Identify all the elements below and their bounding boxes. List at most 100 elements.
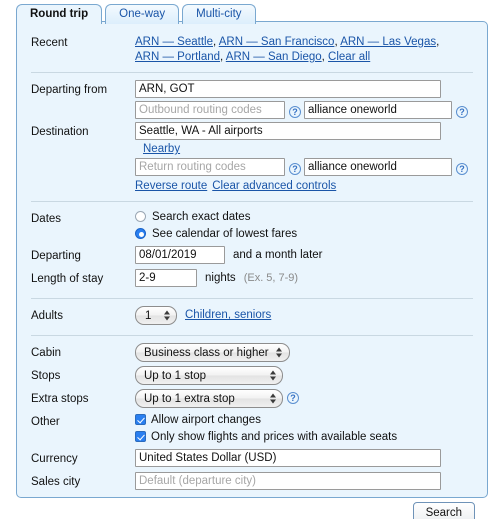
currency-row: Currency (17, 449, 487, 469)
only-available-seats-label: Only show flights and prices with availa… (151, 430, 398, 443)
allow-airport-changes-checkbox[interactable] (135, 414, 146, 425)
length-of-stay-unit: nights (205, 272, 236, 284)
divider-dates (31, 298, 473, 299)
radio-calendar-fares[interactable] (135, 228, 146, 239)
departing-from-row: Departing from ? ? (17, 80, 487, 119)
return-routing-codes-input[interactable] (135, 158, 285, 176)
recent-item-2[interactable]: ARN — Las Vegas (340, 36, 436, 48)
dates-row: Dates Search exact dates See calendar of… (17, 209, 487, 243)
departing-date-controls: and a month later (135, 246, 473, 264)
departing-from-label: Departing from (31, 84, 108, 96)
recent-item-0[interactable]: ARN — Seattle (135, 36, 213, 48)
extra-stops-row: Extra stops Up to 1 extra stop ? (17, 389, 487, 409)
stops-controls: Up to 1 stop (135, 366, 473, 385)
length-of-stay-row: Length of stay nights (Ex. 5, 7-9) (17, 269, 487, 289)
allow-airport-changes-label: Allow airport changes (151, 413, 261, 426)
adults-controls: 1 Children, seniors (135, 306, 473, 325)
divider-recent (31, 72, 473, 73)
length-of-stay-input[interactable] (135, 269, 197, 287)
destination-row: Destination Nearby ? ? Reverse route Cle… (17, 122, 487, 192)
options-section: Cabin Business class or higher Stops Up … (17, 343, 487, 492)
outbound-routing-help-icon[interactable]: ? (289, 105, 301, 118)
destination-label: Destination (31, 126, 89, 138)
cabin-controls: Business class or higher (135, 343, 473, 362)
extra-stops-select[interactable]: Up to 1 extra stop (135, 389, 283, 408)
extra-stops-help-icon[interactable]: ? (287, 392, 299, 404)
dates-label: Dates (31, 213, 62, 225)
search-button[interactable]: Search (412, 502, 475, 519)
dates-controls: Search exact dates See calendar of lowes… (135, 209, 473, 243)
currency-input[interactable] (135, 449, 441, 467)
radio-exact-dates[interactable] (135, 211, 146, 222)
chevron-updown-icon (269, 369, 276, 382)
tab-round-trip[interactable]: Round trip (16, 4, 103, 25)
return-alliance-input[interactable] (304, 158, 452, 176)
chevron-updown-icon (276, 346, 283, 359)
recent-item-1[interactable]: ARN — San Francisco (219, 36, 335, 48)
departing-from-input[interactable] (135, 80, 441, 98)
radio-calendar-fares-row[interactable]: See calendar of lowest fares (135, 226, 473, 241)
sales-city-row: Sales city (17, 472, 487, 492)
trip-type-tabs: Round trip One-way Multi-city (16, 2, 256, 25)
divider-route (31, 201, 473, 202)
recent-clear-all-link[interactable]: Clear all (328, 51, 370, 63)
departing-date-input[interactable] (135, 246, 225, 264)
cabin-select[interactable]: Business class or higher (135, 343, 290, 362)
other-controls: Allow airport changes Only show flights … (135, 412, 473, 446)
tab-multi-city-label: Multi-city (196, 8, 242, 20)
tab-one-way[interactable]: One-way (105, 4, 180, 24)
currency-controls (135, 449, 473, 467)
adults-label: Adults (31, 310, 63, 322)
nearby-link[interactable]: Nearby (143, 140, 180, 155)
tab-round-trip-label: Round trip (30, 8, 89, 20)
recent-sep-2: , (436, 36, 440, 48)
only-available-seats-checkbox[interactable] (135, 431, 146, 442)
recent-item-3[interactable]: ARN — Portland (135, 51, 220, 63)
adults-select-value: 1 (145, 309, 152, 322)
outbound-alliance-help-icon[interactable]: ? (456, 105, 468, 118)
divider-passengers (31, 335, 473, 336)
sales-city-label: Sales city (31, 476, 81, 488)
departing-from-controls: ? ? (135, 80, 473, 119)
recent-item-4[interactable]: ARN — San Diego (226, 51, 322, 63)
only-available-seats-row[interactable]: Only show flights and prices with availa… (135, 429, 473, 444)
recent-section: Recent ARN — Seattle, ARN — San Francisc… (17, 22, 487, 65)
extra-stops-label: Extra stops (31, 393, 89, 405)
sales-city-input[interactable] (135, 472, 441, 490)
radio-exact-dates-row[interactable]: Search exact dates (135, 209, 473, 224)
stops-label: Stops (31, 370, 61, 382)
recent-links-list: ARN — Seattle, ARN — San Francisco, ARN … (135, 33, 465, 65)
children-seniors-link[interactable]: Children, seniors (185, 306, 271, 321)
cabin-label: Cabin (31, 347, 62, 359)
recent-label: Recent (31, 37, 68, 49)
length-of-stay-label: Length of stay (31, 273, 104, 285)
allow-airport-changes-row[interactable]: Allow airport changes (135, 412, 473, 427)
dates-section: Dates Search exact dates See calendar of… (17, 209, 487, 289)
return-alliance-help-icon[interactable]: ? (456, 162, 468, 175)
outbound-alliance-input[interactable] (304, 101, 452, 119)
search-form-panel: Recent ARN — Seattle, ARN — San Francisc… (16, 21, 488, 519)
return-routing-help-icon[interactable]: ? (289, 162, 301, 175)
chevron-updown-icon (269, 392, 276, 405)
search-action-row: Search (17, 492, 487, 519)
passengers-section: Adults 1 Children, seniors (17, 306, 487, 326)
return-advanced-row: ? ? (135, 158, 473, 176)
tab-multi-city[interactable]: Multi-city (182, 4, 256, 24)
extra-stops-select-value: Up to 1 extra stop (144, 392, 235, 405)
cabin-select-value: Business class or higher (144, 346, 269, 359)
adults-select[interactable]: 1 (135, 306, 177, 325)
outbound-routing-codes-input[interactable] (135, 101, 285, 119)
sales-city-controls (135, 472, 473, 490)
destination-input[interactable] (135, 122, 441, 140)
reverse-route-link[interactable]: Reverse route (135, 180, 207, 192)
recent-row: Recent ARN — Seattle, ARN — San Francisc… (17, 33, 487, 65)
clear-advanced-controls-link[interactable]: Clear advanced controls (212, 180, 336, 192)
stops-row: Stops Up to 1 stop (17, 366, 487, 386)
departing-date-row: Departing and a month later (17, 246, 487, 266)
adults-row: Adults 1 Children, seniors (17, 306, 487, 326)
chevron-updown-icon (163, 309, 170, 322)
route-section: Departing from ? ? Destination Nearby (17, 80, 487, 192)
stops-select[interactable]: Up to 1 stop (135, 366, 283, 385)
route-action-links: Reverse route Clear advanced controls (135, 180, 473, 192)
cabin-row: Cabin Business class or higher (17, 343, 487, 363)
